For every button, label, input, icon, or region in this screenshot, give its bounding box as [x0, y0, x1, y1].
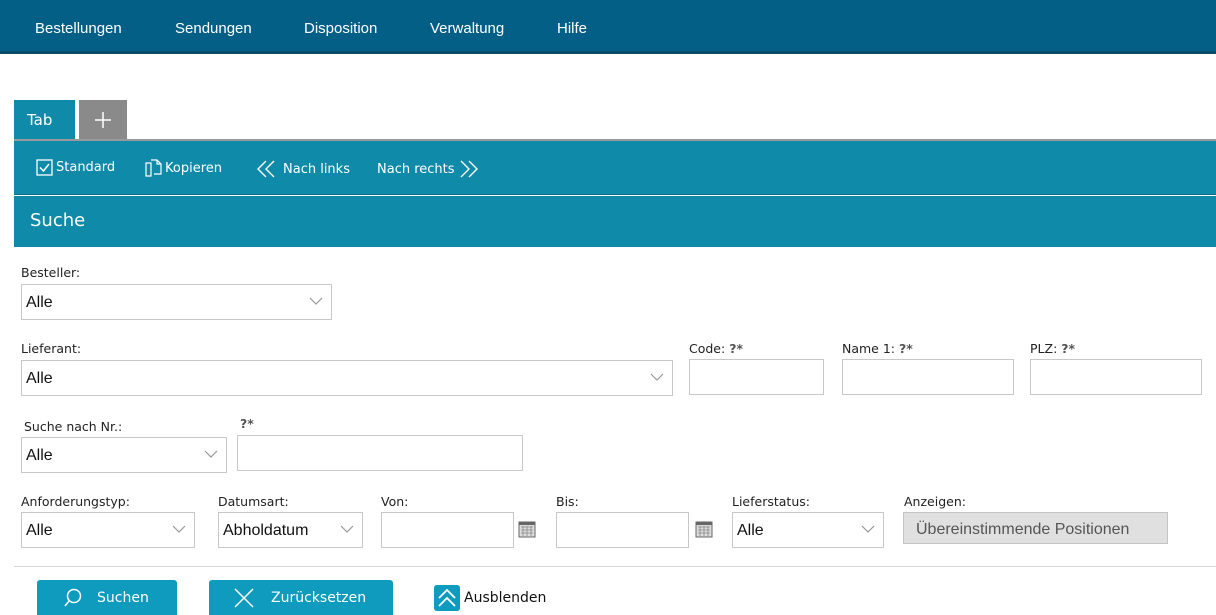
- anforderungstyp-select[interactable]: Alle: [21, 512, 195, 548]
- lieferant-label: Lieferant:: [21, 341, 82, 356]
- lieferstatus-value: Alle: [737, 522, 764, 539]
- hide-toggle[interactable]: Ausblenden: [434, 585, 546, 611]
- close-icon: [234, 587, 254, 608]
- besteller-value: Alle: [26, 294, 53, 311]
- lieferant-select[interactable]: Alle: [21, 360, 673, 396]
- chevron-down-icon: [861, 525, 875, 533]
- calendar-icon[interactable]: [518, 520, 536, 538]
- nav-sendungen[interactable]: Sendungen: [175, 20, 252, 37]
- besteller-label: Besteller:: [21, 265, 81, 280]
- move-right-button[interactable]: Nach rechts: [377, 159, 479, 179]
- suche-nr-label: Suche nach Nr.:: [24, 419, 123, 434]
- suche-nr-select[interactable]: Alle: [21, 437, 227, 473]
- chevron-down-icon: [340, 525, 354, 533]
- double-chevron-left-icon: [257, 160, 275, 178]
- standard-button[interactable]: Standard: [36, 159, 115, 176]
- search-label: Suchen: [97, 589, 149, 606]
- add-tab-button[interactable]: [79, 100, 127, 140]
- nav-bestellungen[interactable]: Bestellungen: [35, 20, 122, 37]
- search-button[interactable]: Suchen: [37, 580, 177, 615]
- hide-label: Ausblenden: [464, 590, 547, 606]
- search-section-header: Suche: [14, 196, 1216, 247]
- plus-icon: [95, 112, 111, 128]
- search-icon: [64, 588, 82, 606]
- lieferant-value: Alle: [26, 370, 53, 387]
- double-chevron-right-icon: [460, 160, 478, 178]
- von-label: Von:: [381, 494, 409, 509]
- von-date-input[interactable]: [381, 512, 514, 548]
- tab-main[interactable]: Tab: [14, 100, 75, 140]
- move-right-label: Nach rechts: [377, 161, 455, 177]
- calendar-icon[interactable]: [695, 520, 713, 538]
- divider: [14, 566, 1216, 567]
- nr-hint: ?*: [240, 416, 254, 431]
- anforderungstyp-value: Alle: [26, 522, 53, 539]
- move-left-label: Nach links: [283, 161, 350, 177]
- chevron-down-icon: [309, 297, 323, 305]
- anforderungstyp-label: Anforderungstyp:: [21, 494, 130, 509]
- lieferstatus-label: Lieferstatus:: [732, 494, 810, 509]
- besteller-select[interactable]: Alle: [21, 284, 332, 320]
- copy-button[interactable]: Kopieren: [145, 159, 222, 177]
- reset-label: Zurücksetzen: [271, 589, 367, 606]
- plz-label: PLZ: ?*: [1030, 341, 1076, 356]
- name1-label: Name 1: ?*: [842, 341, 913, 356]
- chevron-down-icon: [650, 373, 664, 381]
- section-title: Suche: [30, 210, 86, 231]
- plz-input[interactable]: [1030, 359, 1202, 395]
- reset-button[interactable]: Zurücksetzen: [209, 580, 393, 615]
- anzeigen-label: Anzeigen:: [904, 494, 966, 509]
- nav-hilfe[interactable]: Hilfe: [557, 20, 587, 37]
- datumsart-value: Abholdatum: [223, 522, 309, 539]
- move-left-button[interactable]: Nach links: [256, 159, 350, 179]
- copy-label: Kopieren: [165, 160, 222, 176]
- chevron-down-icon: [204, 450, 218, 458]
- bis-label: Bis:: [556, 494, 579, 509]
- top-navigation: Bestellungen Sendungen Disposition Verwa…: [0, 0, 1216, 54]
- nav-verwaltung[interactable]: Verwaltung: [430, 20, 504, 37]
- toolbar: Standard Kopieren Nach links Nach rechts: [14, 141, 1216, 195]
- datumsart-label: Datumsart:: [218, 494, 289, 509]
- name1-input[interactable]: [842, 359, 1014, 395]
- double-chevron-up-icon: [434, 585, 460, 611]
- nr-input[interactable]: [237, 435, 523, 471]
- datumsart-select[interactable]: Abholdatum: [218, 512, 363, 548]
- nav-disposition[interactable]: Disposition: [304, 20, 377, 37]
- code-label: Code: ?*: [689, 341, 743, 356]
- lieferstatus-select[interactable]: Alle: [732, 512, 884, 548]
- checkbox-checked-icon: [36, 159, 53, 176]
- standard-label: Standard: [56, 160, 116, 175]
- suche-nr-value: Alle: [26, 447, 53, 464]
- copy-icon: [145, 159, 162, 177]
- bis-date-input[interactable]: [556, 512, 689, 548]
- anzeigen-display: Übereinstimmende Positionen: [903, 512, 1168, 544]
- chevron-down-icon: [172, 525, 186, 533]
- code-input[interactable]: [689, 359, 824, 395]
